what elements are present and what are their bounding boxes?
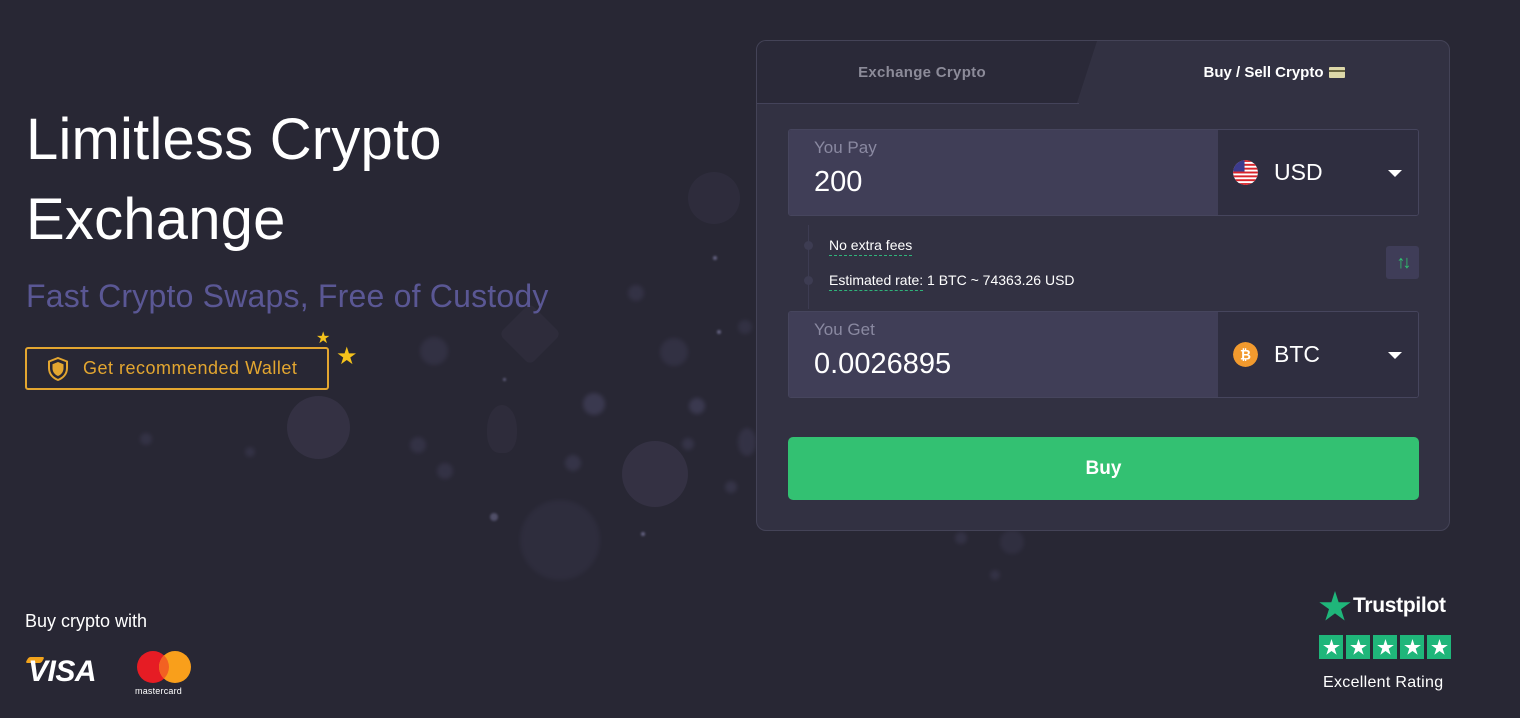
- pay-currency-label: USD: [1274, 159, 1323, 185]
- exchange-card: Exchange Crypto Buy / Sell Crypto You Pa…: [756, 40, 1450, 531]
- bg-particle: [245, 447, 255, 457]
- bg-particle: [955, 532, 967, 544]
- info-timeline-line: [808, 225, 809, 309]
- wallet-button-label: Get recommended Wallet: [83, 358, 298, 378]
- bg-particle: [1000, 530, 1024, 554]
- shield-icon: [48, 356, 68, 381]
- bg-particle: [717, 330, 721, 334]
- bg-particle: [410, 437, 426, 453]
- bg-particle: [628, 285, 644, 301]
- tab-divider: [757, 103, 1079, 104]
- bg-particle: [140, 433, 152, 445]
- bg-particle: [503, 378, 506, 381]
- you-get-label: You Get: [814, 320, 875, 339]
- credit-card-icon: [1328, 67, 1345, 78]
- bg-particle: [725, 481, 737, 493]
- get-recommended-wallet-button[interactable]: Get recommended Wallet: [25, 347, 329, 390]
- card-tabs: Exchange Crypto Buy / Sell Crypto: [757, 41, 1449, 105]
- tab-exchange-crypto-label: Exchange Crypto: [858, 63, 986, 81]
- chevron-down-icon: [1388, 351, 1402, 359]
- us-flag-icon: [1233, 160, 1258, 185]
- pay-currency-select[interactable]: USD: [1218, 130, 1418, 215]
- mastercard-label: mastercard: [135, 686, 183, 696]
- sparkle-star-icon: ★: [316, 330, 331, 347]
- you-get-amount-input[interactable]: [814, 348, 1218, 381]
- you-pay-label: You Pay: [814, 138, 877, 157]
- estimated-rate-row: Estimated rate: 1 BTC ~ 74363.26 USD: [829, 272, 1075, 291]
- you-pay-input-wrapper: You Pay: [789, 130, 1218, 215]
- trustpilot-star-icon: [1319, 591, 1351, 621]
- you-get-input-wrapper: You Get: [789, 312, 1218, 397]
- info-timeline-dot: [804, 241, 813, 250]
- tab-exchange-crypto[interactable]: Exchange Crypto: [757, 41, 1097, 104]
- trustpilot-rating-star-icon: [1346, 635, 1370, 659]
- get-currency-label: BTC: [1274, 341, 1320, 367]
- buy-crypto-with-heading: Buy crypto with: [25, 611, 148, 631]
- tab-buy-sell-crypto[interactable]: Buy / Sell Crypto: [1097, 41, 1449, 104]
- estimated-rate-label[interactable]: Estimated rate:: [829, 272, 924, 291]
- dogecoin-icon: [287, 396, 350, 459]
- bg-particle: [565, 455, 581, 471]
- bg-particle: [583, 393, 605, 415]
- bg-particle: [660, 338, 688, 366]
- ethereum-icon: [487, 405, 517, 453]
- trustpilot-name: Trustpilot: [1353, 594, 1446, 617]
- tab-buy-sell-crypto-label: Buy / Sell Crypto: [1203, 64, 1324, 81]
- you-pay-amount-input[interactable]: [814, 166, 1218, 199]
- estimated-rate-value: 1 BTC ~ 74363.26 USD: [927, 272, 1075, 288]
- bg-coin-icon: [688, 172, 740, 224]
- swap-direction-button[interactable]: ↑↓: [1386, 246, 1419, 279]
- buy-button[interactable]: Buy: [788, 437, 1419, 500]
- monero-icon: [622, 441, 688, 507]
- hero-title: Limitless Crypto Exchange: [26, 107, 442, 252]
- trustpilot-rating-label: Excellent Rating: [1323, 674, 1444, 691]
- trustpilot-rating-star-icon: [1319, 635, 1343, 659]
- bg-particle: [738, 428, 756, 456]
- bg-particle: [420, 337, 448, 365]
- trustpilot-rating-star-icon: [1400, 635, 1424, 659]
- cardano-icon: [520, 500, 600, 580]
- no-extra-fees-link[interactable]: No extra fees: [829, 237, 913, 256]
- bitcoin-icon: ₿: [1233, 342, 1258, 367]
- info-timeline-dot: [804, 276, 813, 285]
- you-get-field: You Get ₿ BTC: [788, 311, 1419, 398]
- bg-particle: [713, 256, 717, 260]
- no-extra-fees-row: No extra fees: [829, 237, 913, 256]
- get-currency-select[interactable]: ₿ BTC: [1218, 312, 1418, 397]
- bg-particle: [641, 532, 645, 536]
- svg-text:₿: ₿: [1240, 347, 1251, 362]
- visa-logo: VISA: [28, 655, 97, 688]
- rate-info: No extra fees Estimated rate: 1 BTC ~ 74…: [788, 225, 1419, 309]
- bg-particle: [689, 398, 705, 414]
- you-pay-field: You Pay USD: [788, 129, 1419, 216]
- trustpilot-brand[interactable]: Trustpilot: [1319, 591, 1446, 621]
- chevron-down-icon: [1388, 169, 1402, 177]
- trustpilot-stars: [1319, 635, 1451, 659]
- bg-particle: [437, 463, 453, 479]
- bg-particle: [738, 320, 752, 334]
- sparkle-star-icon: ★: [336, 343, 358, 370]
- trustpilot-rating-star-icon: [1427, 635, 1451, 659]
- bg-particle: [682, 438, 694, 450]
- bg-particle: [990, 570, 1000, 580]
- trustpilot-rating-star-icon: [1373, 635, 1397, 659]
- bg-particle: [490, 513, 498, 521]
- swap-arrows-icon: ↑↓: [1396, 252, 1412, 272]
- hero-subtitle: Fast Crypto Swaps, Free of Custody: [26, 278, 549, 314]
